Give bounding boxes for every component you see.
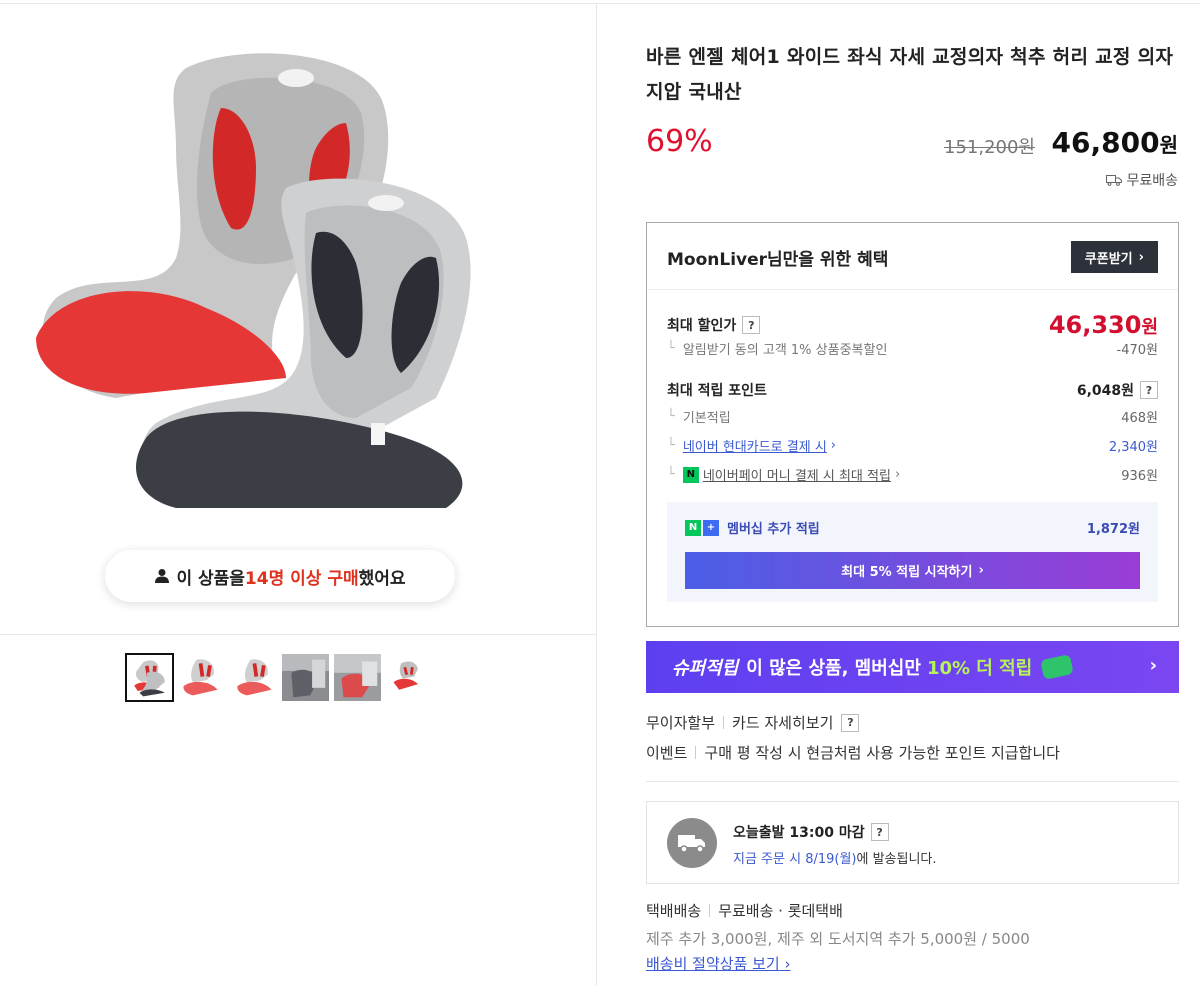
card-points-value: 2,340원 [1108,440,1158,455]
membership-cta-label: 최대 5% 적립 시작하기 [841,565,973,580]
help-icon[interactable]: ? [1140,381,1158,399]
max-discount-currency: 원 [1141,317,1158,338]
free-shipping-tag: 무료배송 [1106,170,1178,190]
event-label: 이벤트 [646,744,688,762]
original-price: 151,200원 [944,137,1035,158]
discount-rate: 69% [646,124,713,159]
sale-price-currency: 원 [1159,133,1178,157]
super-points-banner[interactable]: 슈퍼적립 이 많은 상품, 멤버십만 10% 더 적립 › [646,641,1179,693]
super-banner-highlight: 10% 더 적립 [926,658,1033,679]
thumbnail-1[interactable] [125,653,174,702]
card-points-link[interactable]: 네이버 현대카드로 결제 시 [683,436,827,455]
chevron-right-icon: › [1138,249,1144,265]
membership-value: 1,872원 [1086,522,1140,537]
event-row: 이벤트 구매 평 작성 시 현금처럼 사용 가능한 포인트 지급합니다 [646,742,1060,763]
chair-illustration [36,53,471,508]
max-points-row: 최대 적립 포인트 6,048원 ? [667,380,1158,400]
sale-price: 46,800원 [1052,126,1178,159]
top-border [0,3,1200,4]
max-points-value: 6,048원 [1076,383,1134,399]
shipping-method-row: 택배배송 무료배송 · 롯데택배 [646,900,843,921]
shipping-method: 택배배송 [646,902,702,920]
discount-note-row: └ 알림받기 동의 고객 1% 상품중복할인 -470원 [667,341,1158,358]
main-product-image[interactable] [26,38,506,518]
today-dispatch-box: 오늘출발 13:00 마감 ? 지금 주문 시 8/19(월)에 발송됩니다. [646,801,1179,884]
super-banner-brand: 슈퍼적립 [672,658,739,679]
shipping-detail: 무료배송 · 롯데택배 [718,902,843,920]
buyer-count-pill: 이 상품을 14명 이상 구매 했어요 [105,550,455,602]
card-points-row: └ 네이버 현대카드로 결제 시 › 2,340원 [667,436,1158,455]
help-icon[interactable]: ? [870,823,889,841]
shipping-fee-note: 제주 추가 3,000원, 제주 외 도서지역 추가 5,000원 / 5000 [646,930,1030,948]
chevron-right-icon: › [978,563,984,578]
left-divider [0,634,596,635]
npay-points-row: └ N 네이버페이 머니 결제 시 최대 적립 › 936원 [667,465,1158,484]
basic-points-label: 기본적립 [682,411,731,426]
separator [695,746,697,759]
max-discount-label: 최대 할인가 [667,318,737,334]
thumbnail-6[interactable] [385,653,434,702]
card-detail-link[interactable]: 카드 자세히보기 [732,712,833,733]
max-discount-row: 최대 할인가 ? 46,330원 [667,311,1158,339]
person-icon [155,569,170,583]
buyer-count-suffix: 했어요 [358,568,406,589]
product-title: 바른 엔젤 체어1 와이드 좌식 자세 교정의자 척추 허리 교정 의자 지압 … [646,46,1174,103]
membership-label: 멤버십 추가 적립 [727,522,820,537]
naver-plus-icon: N + [685,519,719,536]
installment-label: 무이자할부 [646,714,716,732]
buyer-count-prefix: 이 상품을 [176,568,245,589]
chevron-right-icon: › [830,438,836,453]
npay-points-value: 936원 [1121,469,1158,484]
discount-note: 알림받기 동의 고객 1% 상품중복할인 [682,343,888,358]
dispatch-title-text: 오늘출발 13:00 마감 [733,825,865,841]
help-icon[interactable]: ? [841,713,860,732]
max-discount-price: 46,330원 [1049,311,1158,339]
delivery-truck-icon [667,818,717,868]
coupon-button-label: 쿠폰받기 [1084,251,1133,267]
dispatch-rest: 에 발송됩니다. [856,852,937,867]
dispatch-date: 지금 주문 시 8/19(월) [733,852,857,867]
membership-row: N + 멤버십 추가 적립 1,872원 [685,518,1140,537]
right-divider [646,781,1179,782]
buyer-count-highlight: 14명 이상 구매 [244,568,359,589]
installment-row: 무이자할부 카드 자세히보기 ? [646,712,860,733]
super-banner-text: 이 많은 상품, 멤버십만 [746,658,921,679]
shipping-saver-link[interactable]: 배송비 절약상품 보기 › [646,953,791,974]
thumbnail-5[interactable] [333,653,382,702]
chevron-right-icon: › [1149,655,1157,676]
chevron-right-icon: › [894,467,901,482]
truck-icon [1106,175,1123,186]
membership-start-button[interactable]: 최대 5% 적립 시작하기 › [685,552,1140,589]
npay-points-link[interactable]: 네이버페이 머니 결제 시 최대 적립 [703,465,891,484]
benefit-box: MoonLiver님만을 위한 혜택 쿠폰받기 › 최대 할인가 ? 46,33… [646,222,1179,627]
chevron-right-icon: › [784,955,791,973]
shipping-saver-link-text: 배송비 절약상품 보기 [646,955,780,973]
npay-icon: N [682,466,699,483]
free-shipping-label: 무료배송 [1126,173,1178,189]
dispatch-title: 오늘출발 13:00 마감 ? [733,822,889,842]
sale-price-amount: 46,800 [1051,126,1160,159]
event-text: 구매 평 작성 시 현금처럼 사용 가능한 포인트 지급합니다 [704,744,1060,762]
coin-icon [1040,654,1074,680]
basic-points-value: 468원 [1121,411,1158,426]
thumbnail-3[interactable] [229,653,278,702]
benefit-title: MoonLiver님만을 위한 혜택 [667,250,889,270]
help-icon[interactable]: ? [742,316,761,334]
membership-box: N + 멤버십 추가 적립 1,872원 최대 5% 적립 시작하기 › [667,502,1158,602]
benefit-header: MoonLiver님만을 위한 혜택 쿠폰받기 › [647,223,1178,290]
thumbnail-strip [125,653,434,702]
thumbnail-2[interactable] [177,653,226,702]
coupon-button[interactable]: 쿠폰받기 › [1070,241,1158,273]
max-discount-amount: 46,330 [1048,311,1142,339]
separator [709,904,711,917]
discount-note-value: -470원 [1116,343,1158,358]
separator [723,716,725,729]
max-points-label: 최대 적립 포인트 [667,383,767,399]
column-divider [596,4,597,986]
thumbnail-4[interactable] [281,653,330,702]
basic-points-row: └ 기본적립 468원 [667,409,1158,426]
dispatch-subtitle: 지금 주문 시 8/19(월)에 발송됩니다. [733,848,937,867]
